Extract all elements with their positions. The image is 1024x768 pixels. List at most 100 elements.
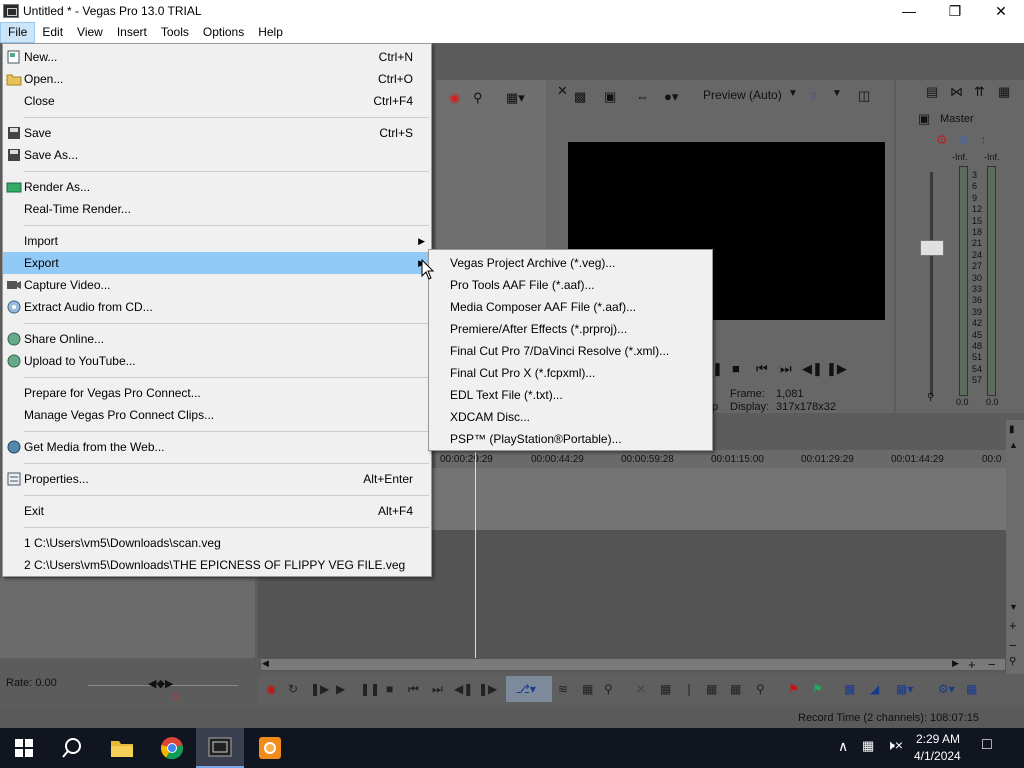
menu-item-save-as[interactable]: Save As... [3,144,431,166]
lock-events-icon[interactable]: ⚲ [756,682,765,696]
chevron-down-icon[interactable]: ▼ [788,88,798,99]
app-taskbar-button[interactable] [246,728,294,768]
menu-item-export[interactable]: Export ▶ [3,252,431,274]
taskbar-date[interactable]: 4/1/2024 [914,749,961,763]
menu-item-close[interactable]: Close Ctrl+F4 [3,90,431,112]
next-icon[interactable]: ⏭ [780,361,792,377]
maximize-button[interactable]: ❐ [932,0,978,22]
export-xdcam[interactable]: XDCAM Disc... [450,406,530,428]
playhead-cursor[interactable] [475,452,476,658]
menu-view[interactable]: View [70,22,110,43]
menu-item-extract-audio[interactable]: Extract Audio from CD... [3,296,431,318]
zoom-out-h-icon[interactable]: − [988,657,996,672]
vertical-scrollbar[interactable] [1006,420,1024,674]
mixer-routing-icon[interactable]: ⋈ [950,84,963,100]
insert-marker-icon[interactable]: ⚑ [788,682,799,696]
record-icon[interactable]: ◉ [449,90,460,106]
play-from-start-icon[interactable]: ❚▶ [310,682,329,696]
zoom-icon[interactable]: ⚲ [473,90,483,106]
marker-icon[interactable]: ▮ [1009,424,1015,435]
scroll-right-icon[interactable]: ▶ [952,658,959,669]
prev-icon[interactable]: ⏮ [756,361,768,377]
prev-frame-button-icon[interactable]: ◀❚ [454,682,473,696]
prev-frame-icon[interactable]: ◀❚ [802,361,823,377]
minimize-button[interactable]: — [886,0,932,22]
scroll-up-icon[interactable]: ▲ [1009,440,1018,450]
view-icon[interactable]: ▦▾ [506,90,525,106]
volume-fader-handle[interactable] [920,240,944,256]
grid-icon[interactable]: # [810,88,817,103]
export-veg-archive[interactable]: Vegas Project Archive (*.veg)... [450,252,615,274]
close-button[interactable]: ✕ [978,0,1024,22]
selection-tool-icon[interactable]: ▦ [582,682,593,696]
menu-item-open[interactable]: Open... Ctrl+O [3,68,431,90]
insert-region-icon[interactable]: ⚑ [812,682,823,696]
chrome-button[interactable] [148,728,196,768]
delete-icon[interactable]: ✕ [636,682,646,696]
auto-crossfade-icon[interactable]: ◢ [870,682,879,696]
menu-options[interactable]: Options [196,22,251,43]
zoom-in-h-icon[interactable]: + [968,657,976,672]
vegas-app-icon[interactable] [3,4,19,18]
menu-item-save[interactable]: Save Ctrl+S [3,122,431,144]
volume-muted-icon[interactable]: 🕨× [886,737,903,754]
zoom-tool-button-icon[interactable]: ⚲ [604,682,613,696]
menu-edit[interactable]: Edit [35,22,70,43]
zoom-tool-icon[interactable]: ⚲ [1009,656,1016,667]
export-final-cut-x[interactable]: Final Cut Pro X (*.fcpxml)... [450,362,595,384]
horizontal-scrollbar[interactable] [260,658,1006,671]
menu-item-real-time-render[interactable]: Real-Time Render... [3,198,431,220]
envelope-tool-icon[interactable]: ≋ [558,682,568,696]
menu-item-import[interactable]: Import ▶ [3,230,431,252]
taskbar-time[interactable]: 2:29 AM [916,732,960,746]
overlay-icon[interactable]: ●▾ [664,89,678,105]
preview-quality[interactable]: Preview (Auto) [703,88,782,102]
solo-icon[interactable]: ↑ [980,132,987,147]
search-button[interactable] [48,728,96,768]
mixer-fx-icon[interactable]: ▦ [998,84,1010,100]
menu-tools[interactable]: Tools [154,22,196,43]
edit-tool-icon[interactable]: ⎇▾ [516,682,536,696]
pause-icon[interactable]: ❚ [712,361,723,377]
export-edl[interactable]: EDL Text File (*.txt)... [450,384,563,406]
monitor-icon[interactable]: ▣ [604,89,616,105]
export-premiere[interactable]: Premiere/After Effects (*.prproj)... [450,318,627,340]
chevron-down-icon[interactable]: ▼ [832,88,842,99]
mixer-channel-icon[interactable]: ⇈ [974,84,985,100]
menu-item-render-as[interactable]: Render As... [3,176,431,198]
trim-icon[interactable]: ▦ [660,682,671,696]
menu-item-manage-connect[interactable]: Manage Vegas Pro Connect Clips... [3,404,431,426]
copy-snapshot-icon[interactable]: ◫ [858,88,870,104]
mute-icon[interactable]: ⊘ [958,132,969,148]
menu-item-upload-youtube[interactable]: Upload to YouTube... [3,350,431,372]
network-icon[interactable]: ▦ [862,738,874,754]
next-frame-icon[interactable]: ❚▶ [826,361,847,377]
split-screen-icon[interactable]: ⇔ [636,89,649,104]
ripple-edit-icon[interactable]: ⚙▾ [938,682,955,696]
trim-end-icon[interactable]: ▦ [730,682,741,696]
export-final-cut-7[interactable]: Final Cut Pro 7/DaVinci Resolve (*.xml).… [450,340,669,362]
menu-insert[interactable]: Insert [110,22,154,43]
menu-item-share-online[interactable]: Share Online... [3,328,431,350]
menu-item-get-media[interactable]: Get Media from the Web... [3,436,431,458]
export-pro-tools-aaf[interactable]: Pro Tools AAF File (*.aaf)... [450,274,595,296]
menu-item-properties[interactable]: Properties... Alt+Enter [3,468,431,490]
file-explorer-button[interactable] [98,728,146,768]
menu-item-capture-video[interactable]: Capture Video... [3,274,431,296]
menu-item-prepare-connect[interactable]: Prepare for Vegas Pro Connect... [3,382,431,404]
pause-button-icon[interactable]: ❚❚ [360,682,380,696]
zoom-in-icon[interactable]: + [1009,618,1017,633]
scroll-left-icon[interactable]: ◀ [262,658,269,669]
menu-item-recent-1[interactable]: 1 C:\Users\vm5\Downloads\scan.veg [3,532,431,554]
trim-start-icon[interactable]: ▦ [706,682,717,696]
go-to-end-icon[interactable]: ⏭ [432,682,443,697]
preview-settings-icon[interactable]: ▩ [574,89,586,105]
stop-icon[interactable]: ■ [732,361,740,376]
stop-button-icon[interactable]: ■ [386,682,393,696]
menu-item-exit[interactable]: Exit Alt+F4 [3,500,431,522]
mixer-insert-icon[interactable]: ▤ [926,84,938,100]
split-icon[interactable]: ❘ [684,682,694,696]
vegas-taskbar-button[interactable] [196,728,244,768]
go-to-start-icon[interactable]: ⏮ [408,682,419,697]
lock-envelopes-icon[interactable]: ▦ [966,682,977,696]
